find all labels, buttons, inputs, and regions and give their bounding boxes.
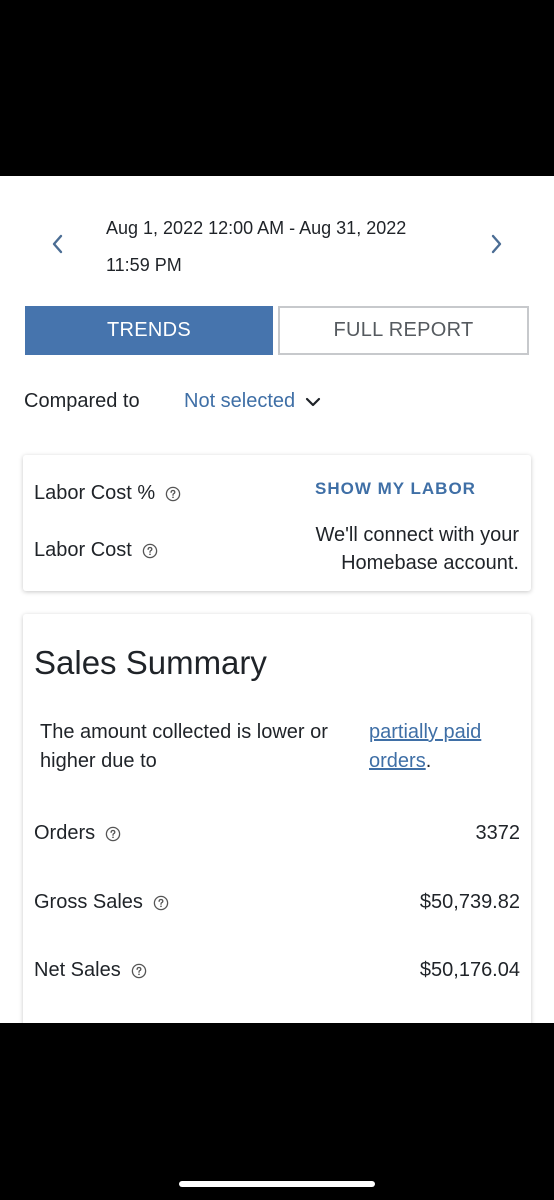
question-circle-icon[interactable] bbox=[131, 963, 147, 979]
sales-summary-card: Sales Summary The amount collected is lo… bbox=[23, 614, 531, 1023]
labor-card: Labor Cost % Labor Cost SHOW MY LABOR We… bbox=[23, 455, 531, 591]
tab-full-report[interactable]: FULL REPORT bbox=[278, 306, 529, 355]
show-my-labor-button[interactable]: SHOW MY LABOR bbox=[315, 479, 476, 499]
report-tabs: TRENDS FULL REPORT bbox=[25, 306, 529, 355]
labor-cost-row: Labor Cost bbox=[34, 539, 158, 562]
home-indicator[interactable] bbox=[179, 1181, 375, 1187]
labor-cost-percent-label: Labor Cost % bbox=[34, 482, 156, 504]
report-screen: Aug 1, 2022 12:00 AM - Aug 31, 2022 11:5… bbox=[0, 176, 554, 1023]
date-range-line-1: Aug 1, 2022 12:00 AM - Aug 31, 2022 bbox=[106, 218, 407, 238]
question-circle-icon[interactable] bbox=[153, 895, 169, 911]
question-circle-icon[interactable] bbox=[142, 543, 158, 559]
sales-summary-title: Sales Summary bbox=[34, 644, 267, 681]
question-circle-icon[interactable] bbox=[165, 486, 181, 502]
orders-value: 3372 bbox=[475, 822, 521, 844]
comparison-dropdown[interactable]: Not selected bbox=[184, 390, 321, 413]
gross-sales-row: Gross Sales $50,739.82 bbox=[34, 891, 520, 921]
date-range-navigator: Aug 1, 2022 12:00 AM - Aug 31, 2022 11:5… bbox=[0, 176, 554, 286]
labor-cost-percent-row: Labor Cost % bbox=[34, 482, 181, 505]
net-sales-value: $50,176.04 bbox=[419, 959, 520, 981]
chevron-left-icon bbox=[52, 234, 63, 254]
orders-label: Orders bbox=[34, 822, 96, 844]
gross-sales-label: Gross Sales bbox=[34, 891, 143, 913]
previous-period-button[interactable] bbox=[38, 224, 78, 264]
tab-trends[interactable]: TRENDS bbox=[25, 306, 273, 355]
chevron-right-icon bbox=[491, 234, 502, 254]
gross-sales-value: $50,739.82 bbox=[419, 891, 520, 913]
chevron-down-icon bbox=[306, 397, 321, 406]
comparison-selector: Compared to Not selected bbox=[24, 388, 534, 418]
partial-payment-link-wrapper: partially paid orders. bbox=[369, 718, 529, 776]
comparison-value: Not selected bbox=[184, 390, 296, 412]
date-range-line-2: 11:59 PM bbox=[106, 255, 182, 275]
net-sales-label: Net Sales bbox=[34, 959, 121, 981]
date-range-label: Aug 1, 2022 12:00 AM - Aug 31, 2022 11:5… bbox=[106, 210, 446, 284]
labor-cost-label: Labor Cost bbox=[34, 539, 132, 561]
homebase-connect-text: We'll connect with your Homebase account… bbox=[315, 524, 519, 574]
net-sales-row: Net Sales $50,176.04 bbox=[34, 959, 520, 989]
partial-payment-note: The amount collected is lower or higher … bbox=[40, 721, 328, 772]
compared-to-label: Compared to bbox=[24, 390, 140, 412]
orders-row: Orders 3372 bbox=[34, 822, 520, 852]
note-period: . bbox=[425, 750, 432, 772]
next-period-button[interactable] bbox=[476, 224, 516, 264]
question-circle-icon[interactable] bbox=[105, 826, 121, 842]
